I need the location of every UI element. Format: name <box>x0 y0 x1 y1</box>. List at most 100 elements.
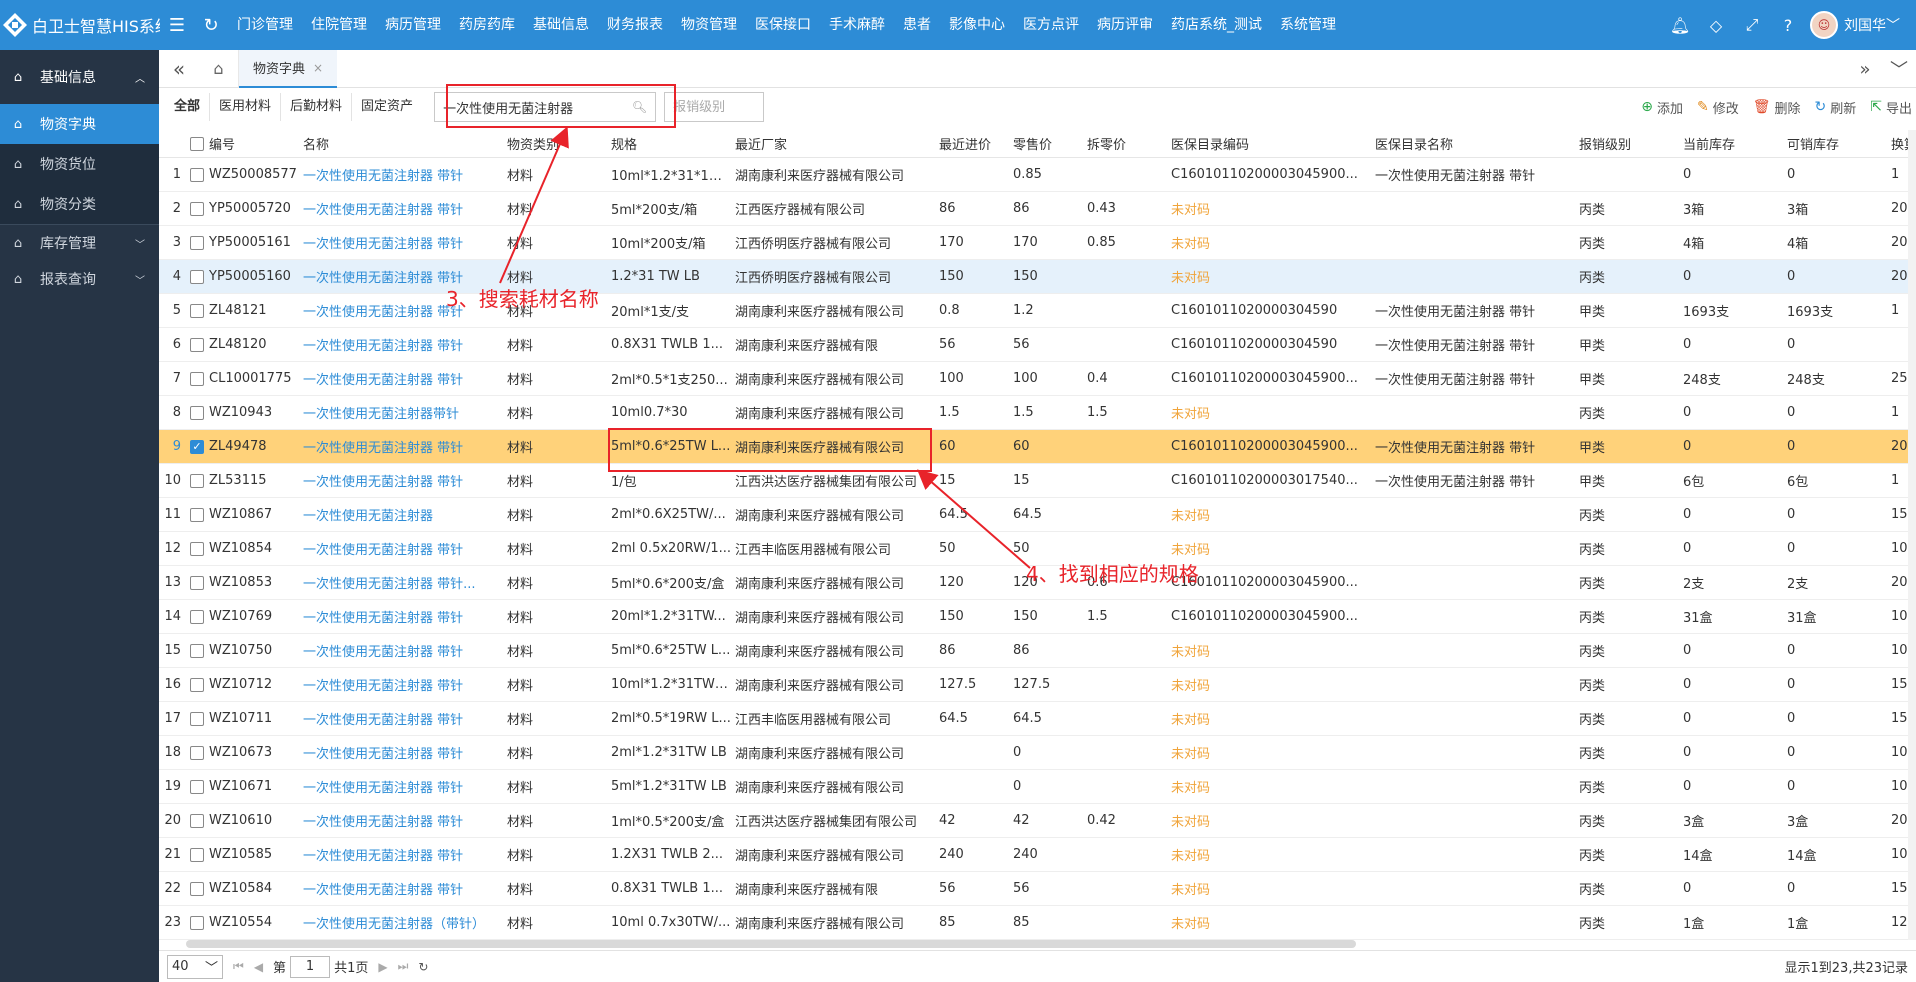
menu-item-surgery[interactable]: 手术麻醉 <box>820 0 894 50</box>
col-insurance-code[interactable]: 医保目录编码 <box>1167 134 1371 153</box>
col-stock[interactable]: 当前库存 <box>1679 134 1783 153</box>
col-last-price[interactable]: 最近进价 <box>935 134 1009 153</box>
table-row[interactable]: 20 WZ10610 一次性使用无菌注射器 带针 材料 1ml*0.5*200支/盒 江西… <box>159 804 1916 838</box>
page-size-select[interactable]: 40 ﹀ <box>167 954 223 979</box>
menu-item-outpatient[interactable]: 门诊管理 <box>228 0 302 50</box>
row-checkbox[interactable] <box>185 541 205 556</box>
bell-icon[interactable]: 🔔︎ <box>1662 16 1698 35</box>
table-row[interactable]: 3 YP50005161 一次性使用无菌注射器 带针 材料 10ml*200支/箱 江西侨… <box>159 226 1916 260</box>
col-name[interactable]: 名称 <box>299 134 503 153</box>
row-checkbox[interactable] <box>185 235 205 250</box>
category-tab-logistics[interactable]: 后勤材料 <box>281 93 353 121</box>
menu-item-inpatient[interactable]: 住院管理 <box>302 0 376 50</box>
table-row[interactable]: 10 ZL53115 一次性使用无菌注射器 带针 材料 1/包 江西洪达医疗器械集团有限公… <box>159 464 1916 498</box>
category-tab-medical[interactable]: 医用材料 <box>210 93 282 121</box>
table-row[interactable]: 14 WZ10769 一次性使用无菌注射器 带针 材料 20ml*1.2*31TW...… <box>159 600 1916 634</box>
row-checkbox[interactable] <box>185 303 205 318</box>
refresh-button[interactable]: ↻ 刷新 <box>1815 98 1857 117</box>
table-row[interactable]: 16 WZ10712 一次性使用无菌注射器 带针 材料 10ml*1.2*31TW ..… <box>159 668 1916 702</box>
sidebar-group-basic-info[interactable]: ⌂ 基础信息 ︿ <box>0 50 159 104</box>
prev-page-icon[interactable]: ◀︎ <box>254 960 263 974</box>
cell-name[interactable]: 一次性使用无菌注射器 带针 <box>299 845 503 864</box>
cell-name[interactable]: 一次性使用无菌注射器 带针 <box>299 777 503 796</box>
cell-name[interactable]: 一次性使用无菌注射器 带针 <box>299 709 503 728</box>
row-checkbox[interactable] <box>185 779 205 794</box>
table-row[interactable]: 17 WZ10711 一次性使用无菌注射器 带针 材料 2ml*0.5*19RW L..… <box>159 702 1916 736</box>
sidebar-item-material-dictionary[interactable]: ⌂ 物资字典 <box>0 104 159 144</box>
refresh-icon[interactable]: ↻ <box>194 15 228 36</box>
row-checkbox[interactable] <box>185 405 205 420</box>
reload-icon[interactable]: ↻ <box>418 960 428 974</box>
export-button[interactable]: ⇱ 导出 <box>1870 98 1912 117</box>
cell-name[interactable]: 一次性使用无菌注射器 带针... <box>299 573 503 592</box>
table-row[interactable]: 18 WZ10673 一次性使用无菌注射器 带针 材料 2ml*1.2*31TW LB 湖… <box>159 736 1916 770</box>
row-checkbox[interactable] <box>185 201 205 216</box>
table-row[interactable]: 22 WZ10584 一次性使用无菌注射器 带针 材料 0.8X31 TWLB 1...… <box>159 872 1916 906</box>
cell-name[interactable]: 一次性使用无菌注射器 带针 <box>299 675 503 694</box>
cell-name[interactable]: 一次性使用无菌注射器 带针 <box>299 199 503 218</box>
col-spec[interactable]: 规格 <box>607 134 731 153</box>
col-level[interactable]: 报销级别 <box>1575 134 1679 153</box>
cell-name[interactable]: 一次性使用无菌注射器 带针 <box>299 369 503 388</box>
tag-icon[interactable]: ◇ <box>1698 16 1734 35</box>
row-checkbox[interactable] <box>185 711 205 726</box>
cell-name[interactable]: 一次性使用无菌注射器 带针 <box>299 471 503 490</box>
row-checkbox[interactable]: ✓ <box>185 439 205 454</box>
col-split-price[interactable]: 拆零价 <box>1083 134 1167 153</box>
col-code[interactable]: 编号 <box>205 134 299 153</box>
table-row[interactable]: 21 WZ10585 一次性使用无菌注射器 带针 材料 1.2X31 TWLB 2...… <box>159 838 1916 872</box>
username[interactable]: 刘国华﹀ <box>1844 15 1900 35</box>
first-page-icon[interactable]: ⏮︎ <box>233 959 244 974</box>
cell-name[interactable]: 一次性使用无菌注射器 带针 <box>299 233 503 252</box>
chevron-down-icon[interactable]: ﹀ <box>1882 56 1916 82</box>
menu-item-pharmacy[interactable]: 药房药库 <box>450 0 524 50</box>
cell-name[interactable]: 一次性使用无菌注射器 带针 <box>299 607 503 626</box>
cell-name[interactable]: 一次性使用无菌注射器 带针 <box>299 539 503 558</box>
select-all-checkbox[interactable] <box>185 136 205 151</box>
cell-name[interactable]: 一次性使用无菌注射器 带针 <box>299 641 503 660</box>
row-checkbox[interactable] <box>185 847 205 862</box>
add-button[interactable]: ⊕ 添加 <box>1641 98 1683 117</box>
table-row[interactable]: 5 ZL48121 一次性使用无菌注射器 带针 材料 20ml*1支/支 湖南康利来医疗器… <box>159 294 1916 328</box>
cell-name[interactable]: 一次性使用无菌注射器 带针 <box>299 743 503 762</box>
cell-name[interactable]: 一次性使用无菌注射器 带针 <box>299 437 503 456</box>
row-checkbox[interactable] <box>185 677 205 692</box>
cell-name[interactable]: 一次性使用无菌注射器（带针） <box>299 913 503 932</box>
col-insurance-name[interactable]: 医保目录名称 <box>1371 134 1575 153</box>
table-row[interactable]: 7 CL10001775 一次性使用无菌注射器 带针 材料 2ml*0.5*1支250.… <box>159 362 1916 396</box>
horizontal-scrollbar[interactable] <box>186 940 1356 948</box>
row-checkbox[interactable] <box>185 813 205 828</box>
row-checkbox[interactable] <box>185 371 205 386</box>
menu-item-prescription-review[interactable]: 医方点评 <box>1014 0 1088 50</box>
menu-item-finance[interactable]: 财务报表 <box>598 0 672 50</box>
menu-item-system[interactable]: 系统管理 <box>1271 0 1345 50</box>
col-maker[interactable]: 最近厂家 <box>731 134 935 153</box>
table-row[interactable]: 8 WZ10943 一次性使用无菌注射器带针 材料 10ml0.7*30 湖南康利来医疗器… <box>159 396 1916 430</box>
cell-name[interactable]: 一次性使用无菌注射器 <box>299 505 503 524</box>
table-row[interactable]: 9 ✓ ZL49478 一次性使用无菌注射器 带针 材料 5ml*0.6*25TW L..… <box>159 430 1916 464</box>
sidebar-group-inventory[interactable]: ⌂ 库存管理 ﹀ <box>0 225 159 261</box>
category-tab-fixed-assets[interactable]: 固定资产 <box>352 93 422 121</box>
cell-name[interactable]: 一次性使用无菌注射器 带针 <box>299 165 503 184</box>
table-row[interactable]: 11 WZ10867 一次性使用无菌注射器 材料 2ml*0.6X25TW/... 湖南康… <box>159 498 1916 532</box>
delete-button[interactable]: 🗑︎ 删除 <box>1753 98 1801 117</box>
menu-item-record-review[interactable]: 病历评审 <box>1088 0 1162 50</box>
help-icon[interactable]: ? <box>1770 16 1806 35</box>
row-checkbox[interactable] <box>185 915 205 930</box>
row-checkbox[interactable] <box>185 507 205 522</box>
menu-item-patient[interactable]: 患者 <box>894 0 940 50</box>
vertical-scrollbar[interactable] <box>1908 130 1916 940</box>
row-checkbox[interactable] <box>185 167 205 182</box>
next-page-icon[interactable]: ▶︎ <box>378 960 387 974</box>
page-input[interactable]: 1 <box>290 955 331 978</box>
menu-toggle-icon[interactable]: ☰ <box>160 15 194 36</box>
table-row[interactable]: 19 WZ10671 一次性使用无菌注射器 带针 材料 5ml*1.2*31TW LB 湖… <box>159 770 1916 804</box>
menu-item-imaging[interactable]: 影像中心 <box>940 0 1014 50</box>
cell-name[interactable]: 一次性使用无菌注射器 带针 <box>299 335 503 354</box>
fullscreen-icon[interactable]: ⤢ <box>1734 15 1770 35</box>
cell-name[interactable]: 一次性使用无菌注射器 带针 <box>299 811 503 830</box>
row-checkbox[interactable] <box>185 337 205 352</box>
avatar[interactable]: ☺ <box>1810 11 1838 39</box>
table-row[interactable]: 15 WZ10750 一次性使用无菌注射器 带针 材料 5ml*0.6*25TW L..… <box>159 634 1916 668</box>
col-available[interactable]: 可销库存 <box>1783 134 1887 153</box>
